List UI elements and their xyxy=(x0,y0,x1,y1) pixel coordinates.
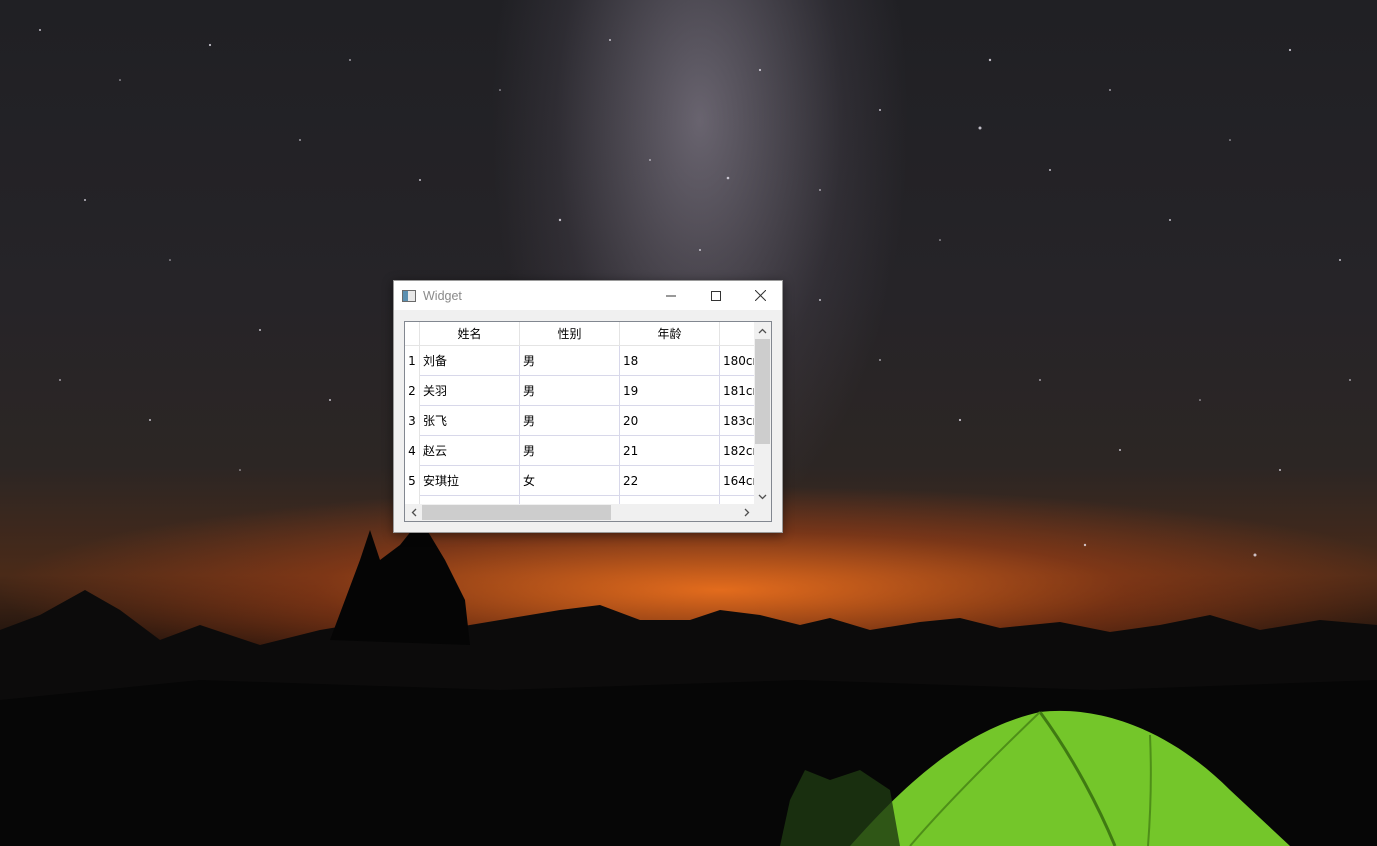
widget-window[interactable]: Widget 姓名 性别 年龄 1 刘备 男 18 180c 2 关羽 男 19… xyxy=(393,280,783,533)
maximize-icon xyxy=(710,290,721,301)
table-widget[interactable]: 姓名 性别 年龄 1 刘备 男 18 180cm 2 关羽 男 xyxy=(404,321,772,522)
cell-age[interactable]: 21 xyxy=(620,436,720,466)
scroll-up-button[interactable] xyxy=(754,322,771,339)
table-row[interactable]: 1 刘备 男 18 180cm xyxy=(405,346,755,376)
table-row[interactable]: 3 张飞 男 20 183cm xyxy=(405,406,755,436)
cell-height[interactable]: 181cm xyxy=(720,376,755,406)
chevron-up-icon xyxy=(758,328,767,333)
column-header-name[interactable]: 姓名 xyxy=(420,322,520,346)
row-header[interactable]: 2 xyxy=(405,376,420,406)
desktop-wallpaper: Widget 姓名 性别 年龄 1 刘备 男 18 180c 2 关羽 男 19… xyxy=(0,0,1377,846)
cell-height[interactable]: 164cm xyxy=(720,466,755,496)
row-header[interactable]: 4 xyxy=(405,436,420,466)
cell-height[interactable]: 180cm xyxy=(720,346,755,376)
cell-sex[interactable]: 男 xyxy=(520,436,620,466)
row-header[interactable]: 3 xyxy=(405,406,420,436)
scroll-down-button[interactable] xyxy=(754,488,771,505)
column-header-sex[interactable]: 性别 xyxy=(520,322,620,346)
row-header[interactable]: 1 xyxy=(405,346,420,376)
scrollbar-corner xyxy=(754,504,771,521)
row-header[interactable]: 5 xyxy=(405,466,420,496)
cell-sex[interactable]: 男 xyxy=(520,346,620,376)
horizontal-scrollbar[interactable] xyxy=(405,504,755,521)
table-row[interactable]: 4 赵云 男 21 182cm xyxy=(405,436,755,466)
cell-height[interactable]: 182cm xyxy=(720,436,755,466)
cell-height[interactable]: 183cm xyxy=(720,406,755,436)
table-corner-button[interactable] xyxy=(405,322,420,346)
scroll-right-button[interactable] xyxy=(738,504,755,521)
maximize-button[interactable] xyxy=(693,281,738,310)
window-title: Widget xyxy=(423,288,462,303)
cell-name[interactable]: 赵云 xyxy=(420,436,520,466)
app-window-icon xyxy=(402,289,416,302)
close-icon xyxy=(755,290,766,301)
table-row[interactable]: 5 安琪拉 女 22 164cm xyxy=(405,466,755,496)
cell-name[interactable]: 安琪拉 xyxy=(420,466,520,496)
chevron-right-icon xyxy=(744,508,749,517)
cell-name[interactable]: 张飞 xyxy=(420,406,520,436)
title-bar[interactable]: Widget xyxy=(394,281,782,310)
table-viewport[interactable]: 姓名 性别 年龄 1 刘备 男 18 180cm 2 关羽 男 xyxy=(405,322,755,505)
cell-sex[interactable]: 男 xyxy=(520,376,620,406)
cell-name[interactable]: 关羽 xyxy=(420,376,520,406)
chevron-down-icon xyxy=(758,494,767,499)
table-row[interactable]: 2 关羽 男 19 181cm xyxy=(405,376,755,406)
column-header-height[interactable] xyxy=(720,322,755,346)
minimize-button[interactable] xyxy=(648,281,693,310)
cell-sex[interactable]: 男 xyxy=(520,406,620,436)
cell-age[interactable]: 22 xyxy=(620,466,720,496)
chevron-left-icon xyxy=(411,508,416,517)
vertical-scroll-thumb[interactable] xyxy=(755,339,770,444)
column-header-age[interactable]: 年龄 xyxy=(620,322,720,346)
cell-name[interactable]: 刘备 xyxy=(420,346,520,376)
close-button[interactable] xyxy=(738,281,783,310)
cell-age[interactable]: 19 xyxy=(620,376,720,406)
cell-age[interactable]: 20 xyxy=(620,406,720,436)
cell-sex[interactable]: 女 xyxy=(520,466,620,496)
minimize-icon xyxy=(665,295,676,296)
horizontal-scroll-thumb[interactable] xyxy=(422,505,611,520)
vertical-scrollbar[interactable] xyxy=(754,322,771,505)
cell-age[interactable]: 18 xyxy=(620,346,720,376)
window-client-area: 姓名 性别 年龄 1 刘备 男 18 180cm 2 关羽 男 xyxy=(394,310,782,532)
scroll-left-button[interactable] xyxy=(405,504,422,521)
